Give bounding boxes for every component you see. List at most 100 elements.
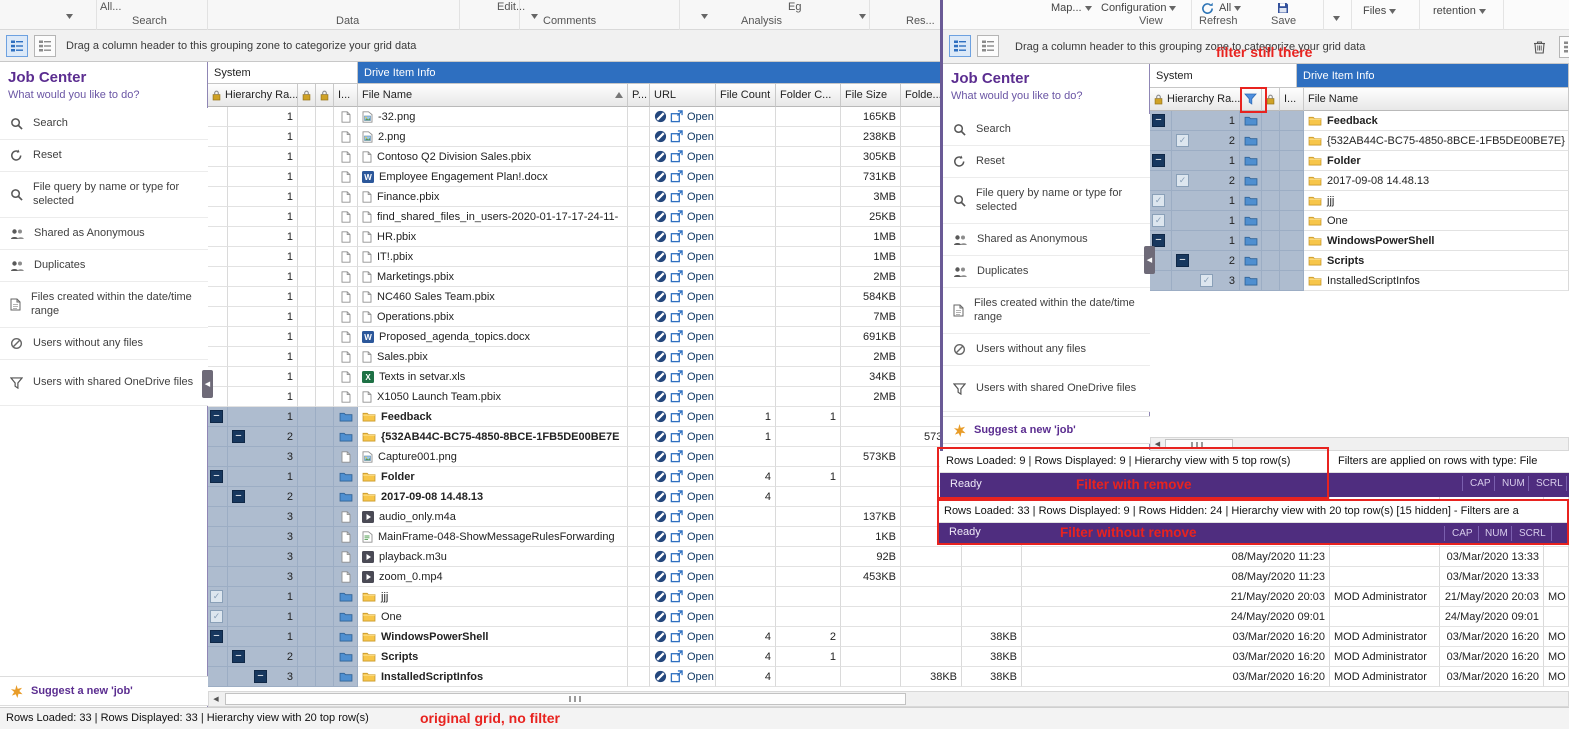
- open-link[interactable]: Open: [687, 311, 714, 323]
- open-link[interactable]: Open: [687, 371, 714, 383]
- file-name-cell[interactable]: NC460 Sales Team.pbix: [358, 287, 628, 307]
- file-name-cell[interactable]: Sales.pbix: [358, 347, 628, 367]
- band-drive-item-info[interactable]: Drive Item Info: [1297, 64, 1569, 88]
- file-name-cell[interactable]: Scripts: [1304, 251, 1569, 271]
- column-header-hierarchy-ra[interactable]: Hierarchy Ra...: [208, 84, 298, 107]
- file-name-cell[interactable]: WindowsPowerShell: [358, 627, 628, 647]
- open-link[interactable]: Open: [687, 351, 714, 363]
- file-name-cell[interactable]: jjj: [358, 587, 628, 607]
- file-name-cell[interactable]: {532AB44C-BC75-4850-8BCE-1FB5DE00BE7E}: [1304, 131, 1569, 151]
- column-filter-icon[interactable]: [1244, 93, 1257, 108]
- expand-toggle[interactable]: −: [232, 650, 245, 663]
- expand-toggle[interactable]: −: [210, 410, 223, 423]
- file-name-cell[interactable]: X1050 Launch Team.pbix: [358, 387, 628, 407]
- file-name-cell[interactable]: playback.m3u: [358, 547, 628, 567]
- column-header-url[interactable]: URL: [650, 84, 716, 107]
- file-name-cell[interactable]: zoom_0.mp4: [358, 567, 628, 587]
- open-link[interactable]: Open: [687, 331, 714, 343]
- row-checkbox[interactable]: ✓: [1176, 134, 1189, 147]
- open-link[interactable]: Open: [687, 431, 714, 443]
- file-name-cell[interactable]: {532AB44C-BC75-4850-8BCE-1FB5DE00BE7E: [358, 427, 628, 447]
- column-header-file-name[interactable]: File Name: [1304, 88, 1569, 111]
- file-name-cell[interactable]: 2017-09-08 14.48.13: [1304, 171, 1569, 191]
- row-checkbox[interactable]: ✓: [1152, 194, 1165, 207]
- file-name-cell[interactable]: Feedback: [358, 407, 628, 427]
- expand-toggle[interactable]: −: [232, 490, 245, 503]
- expand-toggle[interactable]: −: [1152, 114, 1165, 127]
- file-name-cell[interactable]: Operations.pbix: [358, 307, 628, 327]
- file-name-cell[interactable]: find_shared_files_in_users-2020-01-17-17…: [358, 207, 628, 227]
- column-header-folder-c[interactable]: Folder C...: [776, 84, 841, 107]
- file-name-cell[interactable]: InstalledScriptInfos: [1304, 271, 1569, 291]
- column-header-file-size[interactable]: File Size: [841, 84, 901, 107]
- file-name-cell[interactable]: XTexts in setvar.xls: [358, 367, 628, 387]
- column-header-file-count[interactable]: File Count: [716, 84, 776, 107]
- open-link[interactable]: Open: [687, 531, 714, 543]
- open-link[interactable]: Open: [687, 631, 714, 643]
- scroll-left-button[interactable]: ◀: [1151, 438, 1164, 450]
- column-header[interactable]: [298, 84, 316, 107]
- open-link[interactable]: Open: [687, 171, 714, 183]
- open-link[interactable]: Open: [687, 391, 714, 403]
- expand-toggle[interactable]: −: [1152, 234, 1165, 247]
- open-link[interactable]: Open: [687, 271, 714, 283]
- expand-toggle[interactable]: −: [1152, 154, 1165, 167]
- open-link[interactable]: Open: [687, 191, 714, 203]
- file-name-cell[interactable]: audio_only.m4a: [358, 507, 628, 527]
- band-system[interactable]: System: [1150, 64, 1297, 88]
- file-name-cell[interactable]: Contoso Q2 Division Sales.pbix: [358, 147, 628, 167]
- file-name-cell[interactable]: WProposed_agenda_topics.docx: [358, 327, 628, 347]
- band-system[interactable]: System: [208, 62, 358, 84]
- open-link[interactable]: Open: [687, 471, 714, 483]
- file-name-cell[interactable]: Marketings.pbix: [358, 267, 628, 287]
- file-name-cell[interactable]: HR.pbix: [358, 227, 628, 247]
- file-name-cell[interactable]: WEmployee Engagement Plan!.docx: [358, 167, 628, 187]
- open-link[interactable]: Open: [687, 231, 714, 243]
- expand-toggle[interactable]: −: [254, 670, 267, 683]
- file-name-cell[interactable]: Capture001.png: [358, 447, 628, 467]
- file-name-cell[interactable]: -32.png: [358, 107, 628, 127]
- open-link[interactable]: Open: [687, 591, 714, 603]
- file-name-cell[interactable]: One: [1304, 211, 1569, 231]
- file-name-cell[interactable]: InstalledScriptInfos: [358, 667, 628, 687]
- file-name-cell[interactable]: Feedback: [1304, 111, 1569, 131]
- open-link[interactable]: Open: [687, 151, 714, 163]
- column-header-p[interactable]: P...: [628, 84, 650, 107]
- expand-toggle[interactable]: −: [232, 430, 245, 443]
- column-header-i[interactable]: I...: [334, 84, 358, 107]
- scroll-left-button[interactable]: ◀: [209, 692, 223, 706]
- row-checkbox[interactable]: ✓: [1176, 174, 1189, 187]
- open-link[interactable]: Open: [687, 211, 714, 223]
- horizontal-scrollbar[interactable]: ◀: [1150, 437, 1569, 451]
- column-header[interactable]: [316, 84, 334, 107]
- file-name-cell[interactable]: Folder: [1304, 151, 1569, 171]
- open-link[interactable]: Open: [687, 611, 714, 623]
- open-link[interactable]: Open: [687, 131, 714, 143]
- open-link[interactable]: Open: [687, 571, 714, 583]
- column-header[interactable]: [1262, 88, 1280, 111]
- open-link[interactable]: Open: [687, 671, 714, 683]
- row-checkbox[interactable]: ✓: [1152, 214, 1165, 227]
- file-name-cell[interactable]: IT!.pbix: [358, 247, 628, 267]
- open-link[interactable]: Open: [687, 511, 714, 523]
- expand-toggle[interactable]: −: [210, 470, 223, 483]
- file-name-cell[interactable]: 2017-09-08 14.48.13: [358, 487, 628, 507]
- open-link[interactable]: Open: [687, 111, 714, 123]
- open-link[interactable]: Open: [687, 451, 714, 463]
- expand-toggle[interactable]: −: [210, 630, 223, 643]
- file-name-cell[interactable]: Folder: [358, 467, 628, 487]
- file-name-cell[interactable]: One: [358, 607, 628, 627]
- file-name-cell[interactable]: Finance.pbix: [358, 187, 628, 207]
- sidebar-collapse-handle[interactable]: ◀: [202, 370, 213, 398]
- open-link[interactable]: Open: [687, 651, 714, 663]
- open-link[interactable]: Open: [687, 551, 714, 563]
- row-checkbox[interactable]: ✓: [210, 590, 223, 603]
- scrollbar-thumb[interactable]: [225, 693, 906, 705]
- file-name-cell[interactable]: MainFrame-048-ShowMessageRulesForwarding: [358, 527, 628, 547]
- row-checkbox[interactable]: ✓: [210, 610, 223, 623]
- column-header-i[interactable]: I...: [1280, 88, 1304, 111]
- open-link[interactable]: Open: [687, 291, 714, 303]
- sidebar-collapse-handle[interactable]: ◀: [1144, 246, 1155, 274]
- horizontal-scrollbar[interactable]: ◀: [208, 691, 1569, 707]
- file-name-cell[interactable]: jjj: [1304, 191, 1569, 211]
